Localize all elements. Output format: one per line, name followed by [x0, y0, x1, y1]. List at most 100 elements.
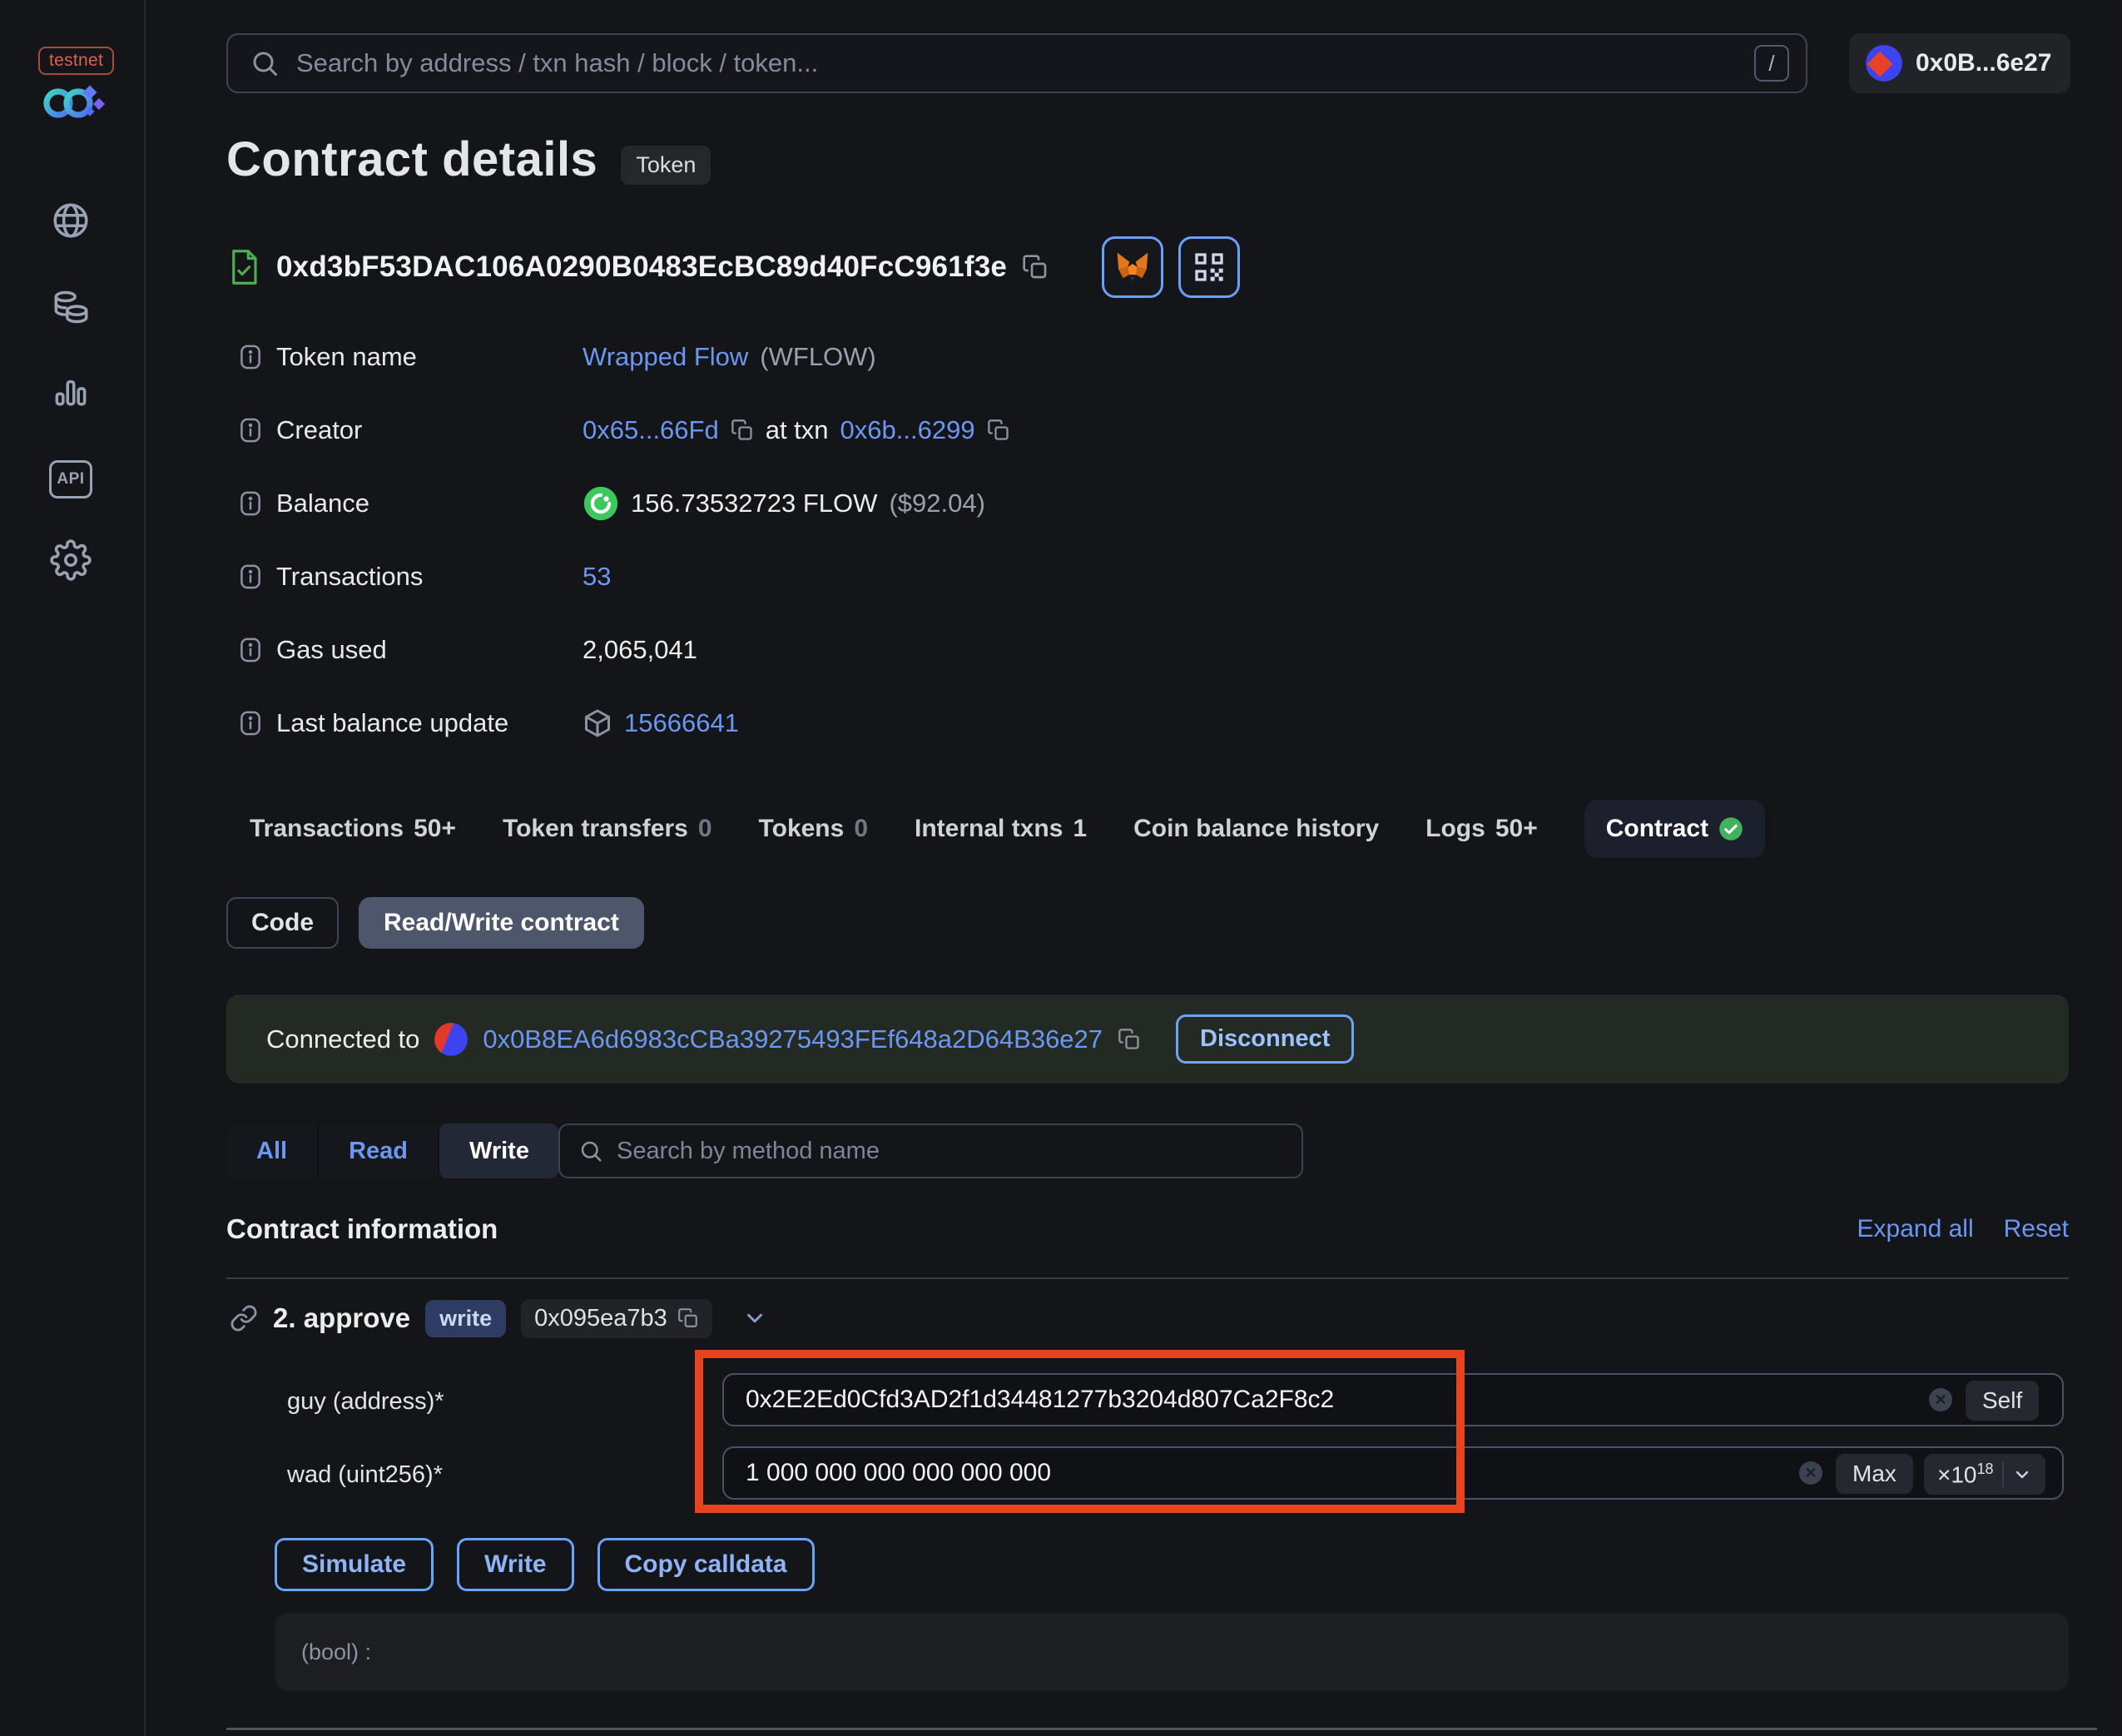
sidebar-item-stats[interactable]	[48, 368, 93, 413]
max-button[interactable]: Max	[1836, 1454, 1913, 1494]
row-balance: Balance 156.73532723 FLOW ($92.04)	[240, 484, 985, 523]
info-icon[interactable]	[240, 345, 261, 370]
filter-all[interactable]: All	[226, 1123, 317, 1178]
connected-avatar	[434, 1022, 469, 1056]
row-creator: Creator 0x65...66Fd at txn 0x6b...6299	[240, 410, 1010, 450]
param-guy-input[interactable]	[722, 1373, 2064, 1426]
info-icon[interactable]	[240, 711, 261, 736]
creator-address-link[interactable]: 0x65...66Fd	[583, 415, 719, 445]
tab-token-transfers[interactable]: Token transfers 0	[503, 815, 712, 843]
code-tab-button[interactable]: Code	[226, 897, 339, 949]
bottom-divider	[226, 1728, 2097, 1730]
row-last-balance-update: Last balance update 15666641	[240, 703, 739, 743]
global-search[interactable]: /	[226, 33, 1807, 93]
contract-details-page: testnet API Search by address / txn hash…	[0, 0, 2122, 1736]
tab-logs[interactable]: Logs 50+	[1425, 815, 1538, 843]
sidebar: testnet API	[0, 0, 146, 1736]
write-button[interactable]: Write	[457, 1538, 574, 1591]
coins-icon	[54, 290, 88, 324]
copy-address-icon[interactable]	[1022, 254, 1049, 280]
method-selector-chip: 0x095ea7b3	[521, 1298, 712, 1338]
copy-txn-icon[interactable]	[987, 419, 1010, 442]
info-icon[interactable]	[240, 564, 261, 589]
qr-code-icon	[1195, 253, 1223, 281]
balance-value: 156.73532723 FLOW	[631, 489, 878, 518]
clear-guy-icon[interactable]: ✕	[1929, 1388, 1952, 1411]
sidebar-item-api[interactable]: API	[48, 457, 93, 502]
balance-usd: ($92.04)	[889, 489, 985, 518]
param-wad-label: wad (uint256)*	[287, 1461, 443, 1488]
copy-calldata-button[interactable]: Copy calldata	[597, 1538, 815, 1591]
block-number-link[interactable]: 15666641	[624, 708, 739, 738]
read-write-contract-tab-button[interactable]: Read/Write contract	[359, 897, 644, 949]
collapse-method-chevron-icon[interactable]	[742, 1306, 767, 1331]
token-type-badge: Token	[621, 146, 711, 185]
method-approve-header[interactable]: 2. approve write 0x095ea7b3	[230, 1295, 767, 1342]
filter-write[interactable]: Write	[437, 1123, 559, 1178]
tab-contract[interactable]: Contract	[1584, 800, 1766, 858]
filter-read[interactable]: Read	[317, 1123, 438, 1178]
tab-transactions[interactable]: Transactions 50+	[250, 815, 456, 843]
add-to-metamask-button[interactable]	[1102, 236, 1164, 298]
copy-creator-icon[interactable]	[731, 419, 754, 442]
method-type-filter: All Read Write	[226, 1123, 559, 1178]
creator-mid-text: at txn	[765, 415, 829, 444]
disconnect-button[interactable]: Disconnect	[1176, 1014, 1355, 1064]
infinity-logo-icon	[43, 85, 106, 118]
flow-token-icon	[583, 486, 618, 521]
header: Contract details Token	[226, 131, 711, 187]
info-icon[interactable]	[240, 418, 261, 443]
contract-information-header: Contract information Expand all Reset	[226, 1213, 2069, 1245]
globe-icon	[53, 203, 88, 238]
slash-shortcut-key[interactable]: /	[1754, 45, 1789, 82]
tab-coin-balance-history[interactable]: Coin balance history	[1133, 815, 1379, 843]
expand-all-link[interactable]: Expand all	[1857, 1215, 1974, 1243]
page-title: Contract details	[226, 132, 598, 186]
method-name: 2. approve	[273, 1302, 411, 1333]
gas-used-value: 2,065,041	[583, 635, 697, 664]
app-logo[interactable]	[38, 83, 110, 123]
transactions-count-link[interactable]: 53	[583, 562, 611, 592]
method-search-input[interactable]	[617, 1137, 1283, 1165]
row-label: Token name	[276, 342, 417, 371]
param-guy-label: guy (address)*	[287, 1388, 444, 1415]
search-input[interactable]	[296, 48, 1738, 78]
tab-internal-txns[interactable]: Internal txns 1	[915, 815, 1087, 843]
sidebar-item-blockchain[interactable]	[48, 198, 93, 243]
api-icon: API	[49, 460, 92, 498]
token-name-link[interactable]: Wrapped Flow	[583, 342, 748, 372]
simulate-button[interactable]: Simulate	[275, 1538, 434, 1591]
method-selector: 0x095ea7b3	[534, 1304, 667, 1332]
copy-connected-address-icon[interactable]	[1118, 1028, 1141, 1051]
clear-wad-icon[interactable]: ✕	[1799, 1461, 1822, 1485]
creation-txn-link[interactable]: 0x6b...6299	[840, 415, 975, 445]
copy-selector-icon[interactable]	[677, 1307, 699, 1329]
connected-banner: Connected to 0x0B8EA6d6983cCBa39275493FE…	[226, 994, 2069, 1084]
self-button[interactable]: Self	[1966, 1381, 2040, 1421]
token-symbol: (WFLOW)	[760, 342, 876, 371]
row-label: Last balance update	[276, 708, 509, 737]
wallet-avatar	[1866, 45, 1902, 82]
row-label: Gas used	[276, 635, 387, 664]
gear-icon	[50, 539, 92, 581]
info-icon[interactable]	[240, 637, 261, 662]
method-output-panel: (bool) :	[275, 1613, 2069, 1691]
link-anchor-icon[interactable]	[230, 1304, 258, 1332]
reset-link[interactable]: Reset	[2004, 1215, 2069, 1243]
sidebar-item-settings[interactable]	[48, 538, 93, 583]
info-icon[interactable]	[240, 491, 261, 516]
sidebar-item-tokens[interactable]	[48, 285, 93, 330]
row-token-name: Token name Wrapped Flow (WFLOW)	[240, 337, 876, 377]
wallet-address-short: 0x0B...6e27	[1916, 49, 2052, 77]
row-label: Transactions	[276, 562, 424, 591]
contract-address-row: 0xd3bF53DAC106A0290B0483EcBC89d40FcC961f…	[226, 236, 1241, 299]
search-icon	[581, 1141, 602, 1162]
block-cube-icon	[585, 709, 610, 737]
connected-address-link[interactable]: 0x0B8EA6d6983cCBa39275493FEf648a2D64B36e…	[483, 1024, 1103, 1054]
connected-prefix: Connected to	[266, 1024, 420, 1054]
tab-tokens[interactable]: Tokens 0	[759, 815, 869, 843]
wallet-button[interactable]: 0x0B...6e27	[1849, 33, 2070, 93]
multiplier-dropdown[interactable]: ×1018	[1924, 1454, 2045, 1495]
qr-code-button[interactable]	[1178, 236, 1241, 298]
method-search[interactable]	[558, 1123, 1303, 1178]
